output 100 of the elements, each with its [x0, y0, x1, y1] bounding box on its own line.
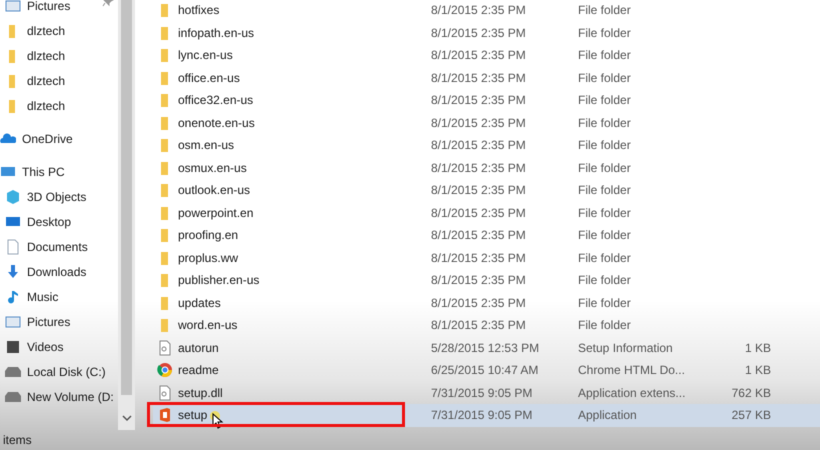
file-type: File folder — [578, 296, 632, 310]
date-modified: 7/31/2015 9:05 PM — [431, 408, 534, 422]
file-type: File folder — [578, 318, 632, 332]
file-name: proofing.en — [178, 228, 238, 242]
file-name: publisher.en-us — [178, 273, 260, 288]
nav-item-label: Documents — [27, 240, 88, 254]
file-type: File folder — [578, 206, 632, 220]
file-row[interactable]: office32.en-us 8/1/2015 2:35 PM File folder — [153, 89, 820, 112]
picture-icon — [5, 314, 21, 330]
nav-item[interactable]: Music — [0, 284, 118, 309]
file-name: readme — [178, 363, 219, 378]
file-row[interactable]: powerpoint.en 8/1/2015 2:35 PM File folder — [153, 202, 820, 224]
nav-item[interactable]: dlztech — [0, 43, 118, 68]
file-type: File folder — [578, 138, 632, 152]
date-modified: 8/1/2015 2:35 PM — [431, 318, 527, 332]
file-row[interactable]: hotfixes 8/1/2015 2:35 PM File folder — [153, 0, 820, 22]
file-name: osmux.en-us — [178, 160, 247, 175]
nav-item-label: Music — [27, 290, 58, 304]
file-row[interactable]: outlook.en-us 8/1/2015 2:35 PM File folder — [153, 179, 820, 202]
file-row[interactable]: word.en-us 8/1/2015 2:35 PM File folder — [153, 314, 820, 336]
scrollbar-thumb[interactable] — [121, 0, 132, 395]
drive-icon — [5, 392, 21, 402]
nav-item-label: 3D Objects — [27, 190, 86, 204]
nav-item[interactable]: dlztech — [0, 93, 118, 118]
date-modified: 8/1/2015 2:35 PM — [431, 160, 527, 175]
file-type: Application — [578, 408, 638, 422]
file-name: onenote.en-us — [178, 116, 255, 130]
date-modified: 8/1/2015 2:35 PM — [431, 206, 527, 220]
file-row[interactable]: onenote.en-us 8/1/2015 2:35 PM File folder — [153, 112, 820, 134]
nav-item[interactable]: New Volume (D: — [0, 384, 118, 409]
nav-item[interactable]: dlztech — [0, 18, 118, 43]
file-size: 762 KB — [730, 386, 771, 400]
nav-item-label: New Volume (D: — [27, 390, 114, 404]
file-name: word.en-us — [178, 318, 238, 332]
nav-item[interactable]: Local Disk (C:) — [0, 359, 118, 384]
file-type: File folder — [578, 250, 632, 265]
file-type: File folder — [578, 116, 632, 130]
music-note-icon — [5, 288, 21, 304]
date-modified: 8/1/2015 2:35 PM — [431, 3, 527, 18]
file-type: Application extens... — [578, 386, 686, 400]
file-name: hotfixes — [178, 3, 220, 18]
mouse-pointer-icon — [210, 411, 224, 430]
date-modified: 8/1/2015 2:35 PM — [431, 116, 527, 130]
file-type: File folder — [578, 93, 632, 108]
cube-icon — [5, 188, 21, 204]
date-modified: 7/31/2015 9:05 PM — [431, 386, 534, 400]
file-type: File folder — [578, 273, 632, 288]
nav-item-label: dlztech — [27, 24, 66, 38]
file-row[interactable]: setup.dll 7/31/2015 9:05 PM Application extens... 762 KB — [153, 382, 820, 404]
nav-item-label: dlztech — [27, 98, 66, 112]
file-size: 257 KB — [730, 408, 771, 422]
file-row[interactable]: proplus.ww 8/1/2015 2:35 PM File folder — [153, 246, 820, 269]
file-row[interactable]: autorun 5/28/2015 12:53 PM Setup Information 1 KB — [153, 336, 820, 359]
nav-item-label: Downloads — [27, 264, 86, 278]
file-name: setup — [178, 408, 208, 422]
date-modified: 8/1/2015 2:35 PM — [431, 250, 527, 265]
file-row[interactable]: osm.en-us 8/1/2015 2:35 PM File folder — [153, 134, 820, 156]
date-modified: 8/1/2015 2:35 PM — [431, 26, 527, 40]
file-type: File folder — [578, 3, 632, 18]
file-type: File folder — [578, 160, 632, 175]
file-name: outlook.en-us — [178, 183, 250, 198]
file-row[interactable]: publisher.en-us 8/1/2015 2:35 PM File folder — [153, 269, 820, 292]
nav-item[interactable]: Desktop — [0, 209, 118, 234]
file-row[interactable]: lync.en-us 8/1/2015 2:35 PM File folder — [153, 44, 820, 66]
nav-item[interactable]: Pictures — [0, 309, 118, 334]
nav-item[interactable]: This PC — [0, 159, 118, 184]
file-name: office.en-us — [178, 70, 240, 85]
file-type: File folder — [578, 70, 632, 85]
date-modified: 8/1/2015 2:35 PM — [431, 296, 527, 310]
scrollbar[interactable] — [118, 0, 135, 430]
file-name: infopath.en-us — [178, 26, 254, 40]
file-type: Setup Information — [578, 340, 674, 355]
status-text: items — [3, 433, 32, 447]
nav-item[interactable]: dlztech — [0, 68, 118, 93]
file-name: autorun — [178, 340, 219, 355]
file-name: powerpoint.en — [178, 206, 254, 220]
scroll-down-icon[interactable] — [122, 414, 132, 422]
file-type: File folder — [578, 183, 632, 198]
nav-item[interactable]: Videos — [0, 334, 118, 359]
file-row[interactable]: infopath.en-us 8/1/2015 2:35 PM File folder — [153, 22, 820, 44]
nav-item[interactable]: Documents — [0, 234, 118, 259]
browser-icon — [157, 362, 173, 378]
file-row[interactable]: proofing.en 8/1/2015 2:35 PM File folder — [153, 224, 820, 246]
file-type: File folder — [578, 26, 632, 40]
nav-item[interactable]: OneDrive — [0, 126, 118, 151]
down-arrow-icon — [5, 264, 21, 280]
file-row[interactable]: office.en-us 8/1/2015 2:35 PM File folder — [153, 66, 820, 89]
file-type: Chrome HTML Do... — [578, 363, 686, 378]
nav-item-label: Local Disk (C:) — [27, 364, 106, 378]
nav-item[interactable]: Downloads — [0, 259, 118, 284]
nav-item-label: OneDrive — [22, 132, 73, 146]
nav-item[interactable]: 3D Objects — [0, 184, 118, 209]
file-row[interactable]: osmux.en-us 8/1/2015 2:35 PM File folder — [153, 156, 820, 179]
nav-item-label: Desktop — [27, 214, 72, 228]
file-icon — [157, 340, 173, 356]
file-size: 1 KB — [744, 363, 771, 378]
file-row[interactable]: readme 6/25/2015 10:47 AM Chrome HTML Do... 1 KB — [153, 359, 820, 382]
date-modified: 6/25/2015 10:47 AM — [431, 363, 540, 378]
nav-item[interactable]: Pictures — [0, 0, 118, 18]
file-row[interactable]: updates 8/1/2015 2:35 PM File folder — [153, 292, 820, 314]
